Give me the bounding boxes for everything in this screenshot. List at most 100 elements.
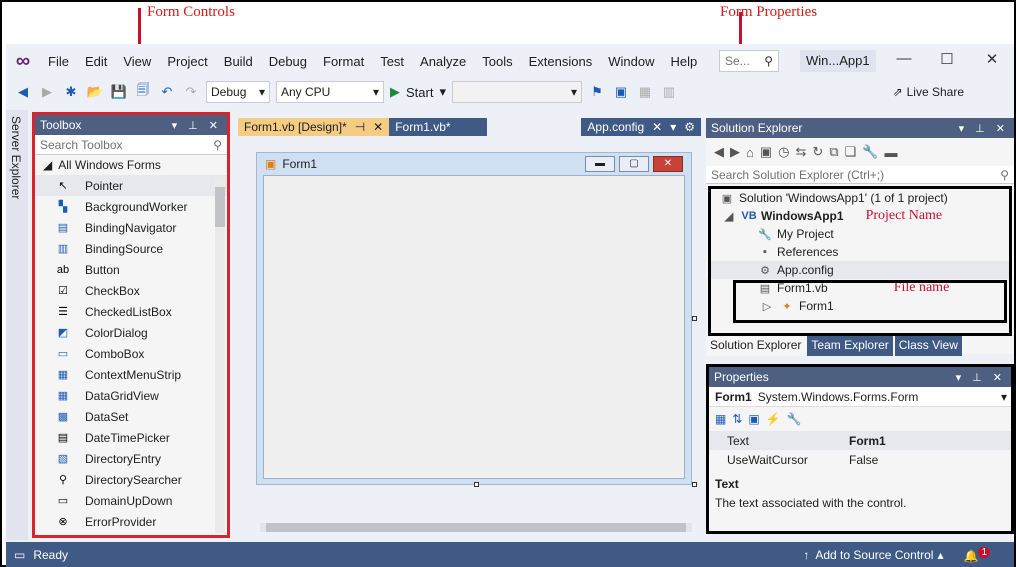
toolbox-item[interactable]: ▤ DateTimePicker [35, 427, 227, 448]
property-row[interactable]: Text Form1 [709, 431, 1011, 450]
alphabetical-icon[interactable]: ⇅ [732, 412, 742, 426]
close-icon[interactable]: ✕ [974, 50, 1010, 68]
properties-object-select[interactable]: Form1 System.Windows.Forms.Form ▾ [709, 387, 1011, 407]
home-icon[interactable]: ⌂ [746, 145, 754, 160]
back-icon[interactable]: ◀ [714, 144, 724, 160]
tree-item-project[interactable]: ◢ VB WindowsApp1 Project Name [711, 207, 1009, 225]
chevron-down-icon[interactable]: ▾ [439, 84, 446, 100]
properties-wrench-icon[interactable]: 🔧 [862, 144, 878, 160]
menu-file[interactable]: File [40, 54, 77, 69]
toolbox-item[interactable]: ab Button [35, 259, 227, 280]
save-icon[interactable]: 💾 [110, 83, 128, 101]
toolbox-item[interactable]: ▥ BindingSource [35, 238, 227, 259]
minimize-icon[interactable]: — [886, 50, 922, 67]
undo-icon[interactable]: ↶ [158, 83, 176, 101]
live-share-button[interactable]: ⇗ Live Share [893, 85, 964, 99]
toolbox-search-input[interactable]: Search Toolbox ⚲ [35, 135, 227, 155]
menu-build[interactable]: Build [216, 54, 261, 69]
switch-views-icon[interactable]: ▣ [760, 144, 772, 160]
refresh-icon[interactable]: ↻ [812, 144, 823, 160]
tab-overflow-icon[interactable]: ▾ [670, 120, 676, 134]
menu-edit[interactable]: Edit [77, 54, 115, 69]
history-icon[interactable]: ◷ [778, 144, 789, 160]
open-icon[interactable]: 📂 [86, 83, 104, 101]
menu-format[interactable]: Format [315, 54, 372, 69]
server-explorer-strip[interactable]: Server Explorer [6, 110, 28, 540]
toolbox-item[interactable]: ▦ DataGridView [35, 385, 227, 406]
toolbox-item[interactable]: ⚲ DirectorySearcher [35, 469, 227, 490]
tree-item-solution[interactable]: ▣ Solution 'WindowsApp1' (1 of 1 project) [711, 189, 1009, 207]
config-select[interactable]: Debug ▾ [206, 81, 270, 103]
close-tab-icon[interactable]: ✕ [652, 120, 662, 134]
start-icon[interactable]: ▶ [390, 84, 400, 100]
menu-tools[interactable]: Tools [474, 54, 520, 69]
new-project-icon[interactable]: ✱ [62, 83, 80, 101]
tab-class-view[interactable]: Class View [894, 336, 962, 356]
properties-icon[interactable]: ▣ [748, 412, 759, 426]
layout-icon[interactable]: ▦ [636, 83, 654, 101]
toolbox-category[interactable]: ◢ All Windows Forms [35, 155, 227, 175]
pin-icon[interactable]: ⊣ [355, 120, 365, 134]
tab-form1-design[interactable]: Form1.vb [Design]* ⊣ ✕ [238, 118, 390, 136]
resize-handle-bottom[interactable] [474, 482, 479, 487]
pane-controls[interactable]: ▾ ⊥ ✕ [959, 122, 1009, 135]
maximize-icon[interactable]: ☐ [929, 50, 965, 68]
forward-icon[interactable]: ▶ [730, 144, 740, 160]
events-icon[interactable]: ⚡ [766, 412, 781, 426]
property-row[interactable]: UseWaitCursor False [709, 450, 1011, 469]
toolbox-item[interactable]: ▧ DirectoryEntry [35, 448, 227, 469]
tree-item-app-config[interactable]: ⚙ App.config [711, 261, 1009, 279]
menu-window[interactable]: Window [600, 54, 662, 69]
forward-icon[interactable]: ▶ [38, 83, 56, 101]
add-source-control-button[interactable]: Add to Source Control [815, 548, 933, 562]
resize-handle-corner[interactable] [692, 482, 697, 487]
toolbox-item[interactable]: ⊗ ErrorProvider [35, 511, 227, 532]
chevron-up-icon[interactable]: ▴ [937, 548, 943, 562]
find-in-files-icon[interactable]: ⚑ [588, 83, 606, 101]
menu-help[interactable]: Help [662, 54, 705, 69]
toolbox-item[interactable]: ▚ BackgroundWorker [35, 196, 227, 217]
show-all-icon[interactable]: ❏ [845, 144, 857, 160]
start-button[interactable]: Start [406, 85, 433, 100]
form-body[interactable] [263, 175, 685, 479]
toolbox-item[interactable]: ▩ DataSet [35, 406, 227, 427]
toolbox-item[interactable]: ☑ CheckBox [35, 280, 227, 301]
toolbox-item[interactable]: ▤ BindingNavigator [35, 217, 227, 238]
tree-item-references[interactable]: ▪ References [711, 243, 1009, 261]
menu-view[interactable]: View [115, 54, 159, 69]
tab-form1-code[interactable]: Form1.vb* [389, 118, 488, 136]
menu-test[interactable]: Test [372, 54, 412, 69]
sync-icon[interactable]: ⇆ [796, 144, 807, 160]
tab-solution-explorer[interactable]: Solution Explorer [706, 336, 806, 356]
window-title-button[interactable]: Win...App1 [800, 50, 876, 72]
tab-team-explorer[interactable]: Team Explorer [807, 336, 893, 356]
toolbox-item[interactable]: ☰ CheckedListBox [35, 301, 227, 322]
menu-analyze[interactable]: Analyze [412, 54, 474, 69]
search-input[interactable]: Se... ⚲ [719, 50, 779, 72]
collapse-all-icon[interactable]: ⧉ [829, 144, 838, 160]
platform-select[interactable]: Any CPU ▾ [276, 81, 384, 103]
categorized-icon[interactable]: ▦ [715, 412, 726, 426]
menu-debug[interactable]: Debug [261, 54, 315, 69]
toolbox-scrollbar[interactable] [215, 177, 225, 533]
startup-item-select[interactable]: ▾ [452, 81, 582, 103]
pane-controls[interactable]: ▾ ⊥ ✕ [956, 371, 1006, 384]
preview-icon[interactable]: ▬ [884, 145, 897, 160]
align-icon[interactable]: ▥ [660, 83, 678, 101]
toolbox-item[interactable]: ↖ Pointer [35, 175, 227, 196]
pane-controls[interactable]: ▾ ⊥ ✕ [172, 119, 222, 132]
form-window[interactable]: ▣ Form1 ▬ ▢ ✕ [256, 152, 692, 485]
redo-icon[interactable]: ↷ [182, 83, 200, 101]
toolbox-item[interactable]: ▦ ContextMenuStrip [35, 364, 227, 385]
back-icon[interactable]: ◀ [14, 83, 32, 101]
resize-handle-right[interactable] [692, 316, 697, 321]
tree-item-my-project[interactable]: 🔧 My Project [711, 225, 1009, 243]
toolbox-item[interactable]: ◩ ColorDialog [35, 322, 227, 343]
solution-search-input[interactable]: Search Solution Explorer (Ctrl+;) ⚲ [706, 166, 1014, 184]
close-tab-icon[interactable]: ✕ [373, 120, 383, 134]
property-pages-icon[interactable]: 🔧 [787, 412, 802, 426]
menu-extensions[interactable]: Extensions [521, 54, 601, 69]
gear-icon[interactable]: ⚙ [684, 120, 695, 134]
menu-project[interactable]: Project [159, 54, 215, 69]
designer-hscrollbar[interactable] [260, 523, 692, 532]
